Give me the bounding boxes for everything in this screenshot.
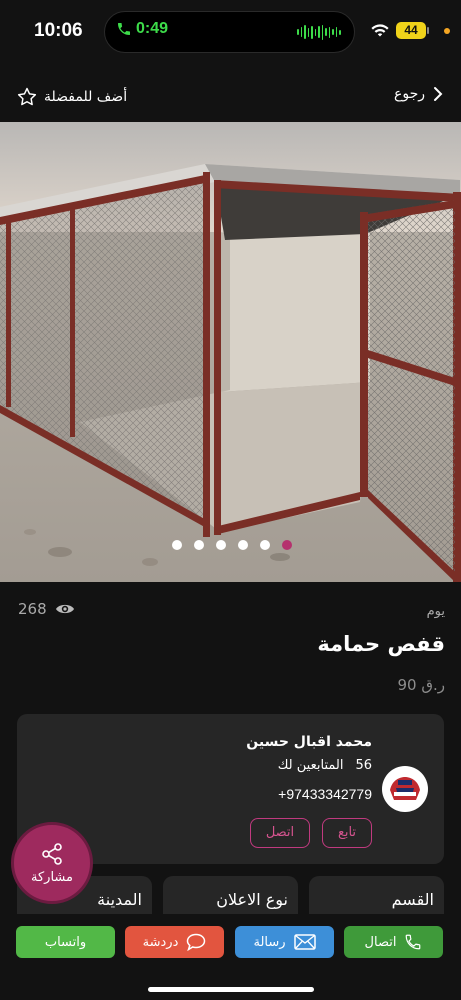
gallery-dot[interactable]: [260, 540, 270, 550]
seller-avatar[interactable]: [382, 766, 428, 812]
envelope-icon: [293, 934, 316, 950]
add-favorite-button[interactable]: أضف للمفضلة: [16, 86, 127, 108]
message-button[interactable]: رسالة: [235, 926, 334, 958]
audio-waveform-icon: [297, 24, 341, 40]
gallery-dot[interactable]: [216, 540, 226, 550]
chat-bubble-icon: [187, 933, 206, 951]
back-button[interactable]: رجوع: [394, 86, 445, 102]
status-bar: 10:06 0:49 44: [0, 0, 461, 62]
contact-button[interactable]: اتصل: [250, 818, 310, 848]
chat-label: دردشة: [142, 934, 179, 950]
phone-icon: [118, 23, 130, 35]
action-bar: اتصال رسالة دردشة واتساب: [0, 914, 461, 1000]
active-call-indicator[interactable]: 0:49: [116, 20, 168, 38]
top-nav: أضف للمفضلة رجوع: [0, 80, 461, 116]
clock: 10:06: [34, 20, 83, 41]
followers-label: المتابعين لك: [277, 758, 344, 773]
followers-count: 56: [355, 758, 372, 773]
share-label: مشاركة: [31, 869, 73, 885]
whatsapp-label: واتساب: [44, 934, 87, 950]
call-button[interactable]: اتصال: [344, 926, 443, 958]
city-label: المدينة: [97, 890, 142, 909]
pigeon-cage-image: [0, 122, 461, 582]
follow-button[interactable]: تابع: [322, 818, 372, 848]
share-icon: [42, 842, 62, 865]
whatsapp-button[interactable]: واتساب: [16, 926, 115, 958]
seller-logo-icon: [390, 777, 420, 800]
home-indicator[interactable]: [148, 987, 314, 992]
gallery-dot[interactable]: [194, 540, 204, 550]
posted-time: يوم: [426, 604, 445, 619]
ad-type-label: نوع الاعلان: [216, 890, 288, 909]
add-favorite-label: أضف للمفضلة: [44, 89, 128, 105]
listing-title: قفص حمامة: [317, 632, 445, 656]
seller-name[interactable]: محمد اقبال حسين: [246, 734, 372, 750]
chevron-right-icon: [434, 87, 443, 101]
battery-tip: [427, 27, 429, 34]
category-label: القسم: [391, 890, 434, 909]
listing-photo[interactable]: [0, 122, 461, 582]
gallery-dot[interactable]: [238, 540, 248, 550]
gallery-dot-active[interactable]: [282, 540, 292, 550]
eye-icon: [55, 604, 74, 614]
views-number: 268: [18, 600, 47, 618]
chat-button[interactable]: دردشة: [125, 926, 224, 958]
view-count: 268: [18, 600, 75, 618]
gallery-pagination[interactable]: [172, 540, 292, 550]
share-button[interactable]: مشاركة: [11, 822, 93, 904]
gallery-dot[interactable]: [172, 540, 182, 550]
seller-phone[interactable]: +97433342779: [278, 786, 372, 802]
phone-icon: [406, 934, 421, 950]
followers-row: المتابعين لك 56: [278, 758, 372, 773]
call-label: اتصال: [364, 934, 397, 950]
battery-indicator: 44: [396, 22, 426, 39]
back-label: رجوع: [393, 86, 425, 102]
privacy-indicator: [444, 28, 450, 34]
call-timer: 0:49: [136, 20, 169, 37]
listing-price: 90 ر.ق: [397, 676, 445, 694]
wifi-icon: [371, 24, 389, 37]
message-label: رسالة: [253, 934, 286, 950]
star-icon: [17, 87, 37, 106]
